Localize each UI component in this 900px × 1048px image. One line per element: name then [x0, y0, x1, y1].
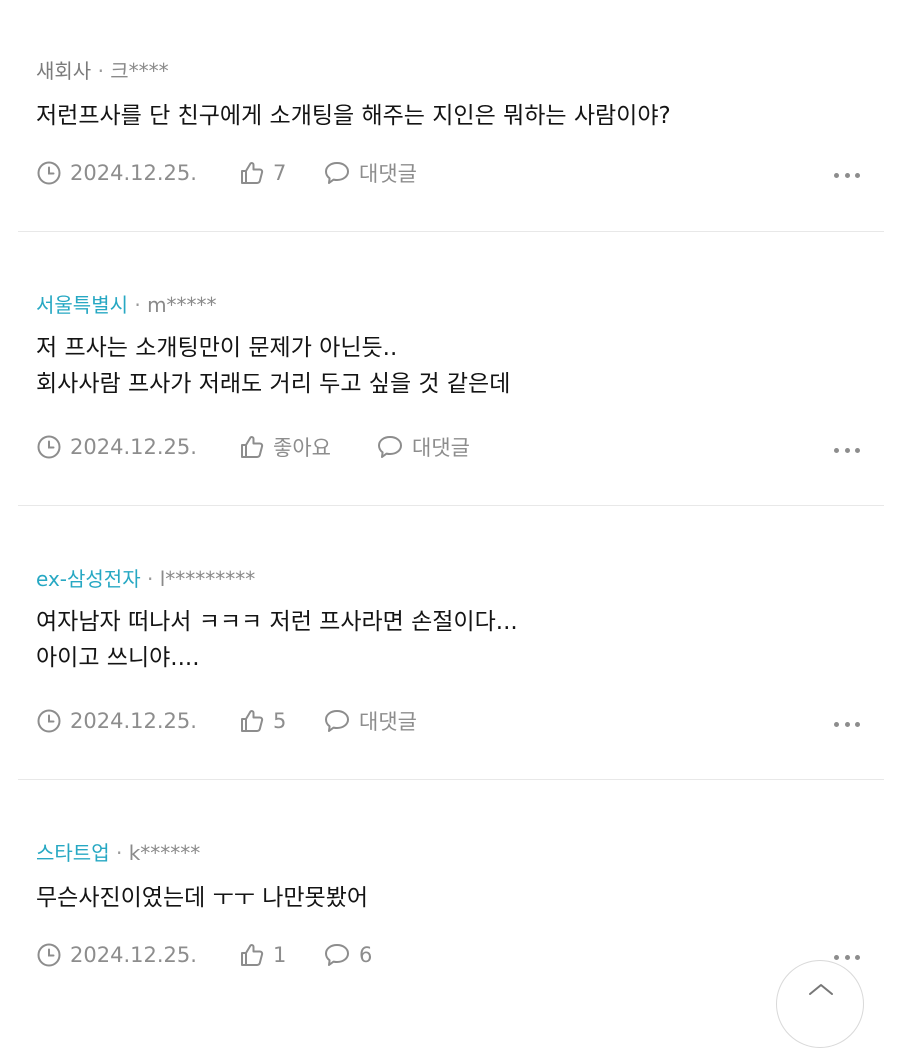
clock-icon — [36, 434, 62, 460]
author-separator: · — [97, 59, 104, 83]
comment-date: 2024.12.25. — [36, 158, 197, 188]
thumbs-up-icon — [239, 160, 265, 186]
like-count: 5 — [273, 709, 287, 733]
comment-body: 여자남자 떠나서 ㅋㅋㅋ 저런 프사라면 손절이다... 아이고 쓰니야.... — [36, 604, 518, 676]
author-company: ex-삼성전자 — [36, 567, 141, 591]
like-button[interactable]: 5 — [239, 706, 286, 736]
reply-button[interactable]: 6 — [323, 940, 372, 970]
reply-button[interactable]: 대댓글 — [323, 706, 417, 736]
comment-text-line: 회사사람 프사가 저래도 거리 두고 싶을 것 같은데 — [36, 371, 511, 397]
date-text: 2024.12.25. — [70, 943, 197, 967]
comment-text-line: 저 프사는 소개팅만이 문제가 아닌듯.. — [36, 335, 398, 361]
reply-label: 대댓글 — [412, 436, 470, 460]
reply-button[interactable]: 대댓글 — [376, 432, 470, 462]
comment-body: 무슨사진이였는데 ㅜㅜ 나만못봤어 — [36, 880, 368, 916]
comment-author[interactable]: 새회사 · 크**** — [36, 58, 169, 84]
author-company: 서울특별시 — [36, 293, 128, 317]
comment-body: 저런프사를 단 친구에게 소개팅을 해주는 지인은 뭐하는 사람이야? — [36, 98, 671, 134]
like-label: 좋아요 — [273, 436, 331, 460]
more-dots-icon[interactable] — [834, 717, 860, 731]
comment-body: 저 프사는 소개팅만이 문제가 아닌듯.. 회사사람 프사가 저래도 거리 두고… — [36, 330, 510, 402]
author-company: 새회사 — [36, 59, 92, 83]
comment: 서울특별시 · m***** 저 프사는 소개팅만이 문제가 아닌듯.. 회사사… — [0, 232, 900, 506]
scroll-to-top-button[interactable] — [776, 960, 864, 1048]
more-dots-icon[interactable] — [834, 950, 860, 964]
date-text: 2024.12.25. — [70, 709, 197, 733]
speech-bubble-icon — [323, 942, 351, 968]
speech-bubble-icon — [323, 160, 351, 186]
date-text: 2024.12.25. — [70, 435, 197, 459]
comment-author[interactable]: 스타트업 · k****** — [36, 840, 200, 866]
date-text: 2024.12.25. — [70, 161, 197, 185]
like-button[interactable]: 좋아요 — [239, 432, 331, 462]
like-button[interactable]: 7 — [239, 158, 286, 188]
clock-icon — [36, 942, 62, 968]
thumbs-up-icon — [239, 434, 265, 460]
more-dots-icon[interactable] — [834, 168, 860, 182]
comment: ex-삼성전자 · l********* 여자남자 떠나서 ㅋㅋㅋ 저런 프사라… — [0, 506, 900, 780]
reply-button[interactable]: 대댓글 — [323, 158, 417, 188]
comment-text-line: 여자남자 떠나서 ㅋㅋㅋ 저런 프사라면 손절이다... — [36, 609, 518, 635]
more-dots-icon[interactable] — [834, 443, 860, 457]
thumbs-up-icon — [239, 942, 265, 968]
thumbs-up-icon — [239, 708, 265, 734]
like-button[interactable]: 1 — [239, 940, 286, 970]
comment-author[interactable]: ex-삼성전자 · l********* — [36, 566, 255, 592]
reply-count: 6 — [359, 943, 373, 967]
comment: 스타트업 · k****** 무슨사진이였는데 ㅜㅜ 나만못봤어 2024.12… — [0, 780, 900, 1011]
author-nickname: k****** — [128, 841, 201, 865]
author-separator: · — [146, 567, 154, 591]
comment-text-line: 저런프사를 단 친구에게 소개팅을 해주는 지인은 뭐하는 사람이야? — [36, 103, 671, 129]
author-nickname: m***** — [147, 293, 217, 317]
reply-label: 대댓글 — [359, 162, 417, 186]
comment-date: 2024.12.25. — [36, 706, 197, 736]
reply-label: 대댓글 — [359, 710, 417, 734]
author-nickname: 크**** — [110, 59, 169, 83]
clock-icon — [36, 160, 62, 186]
like-count: 1 — [273, 943, 287, 967]
author-nickname: l********* — [159, 567, 256, 591]
comment-date: 2024.12.25. — [36, 432, 197, 462]
comment: 새회사 · 크**** 저런프사를 단 친구에게 소개팅을 해주는 지인은 뭐하… — [0, 0, 900, 232]
comment-text-line: 아이고 쓰니야.... — [36, 645, 200, 671]
like-count: 7 — [273, 161, 287, 185]
comment-list: 새회사 · 크**** 저런프사를 단 친구에게 소개팅을 해주는 지인은 뭐하… — [0, 0, 900, 1011]
comment-author[interactable]: 서울특별시 · m***** — [36, 292, 217, 318]
author-company: 스타트업 — [36, 841, 110, 865]
speech-bubble-icon — [376, 434, 404, 460]
clock-icon — [36, 708, 62, 734]
author-separator: · — [134, 293, 141, 317]
comment-text-line: 무슨사진이였는데 ㅜㅜ 나만못봤어 — [36, 885, 369, 911]
speech-bubble-icon — [323, 708, 351, 734]
comment-date: 2024.12.25. — [36, 940, 197, 970]
author-separator: · — [115, 841, 123, 865]
